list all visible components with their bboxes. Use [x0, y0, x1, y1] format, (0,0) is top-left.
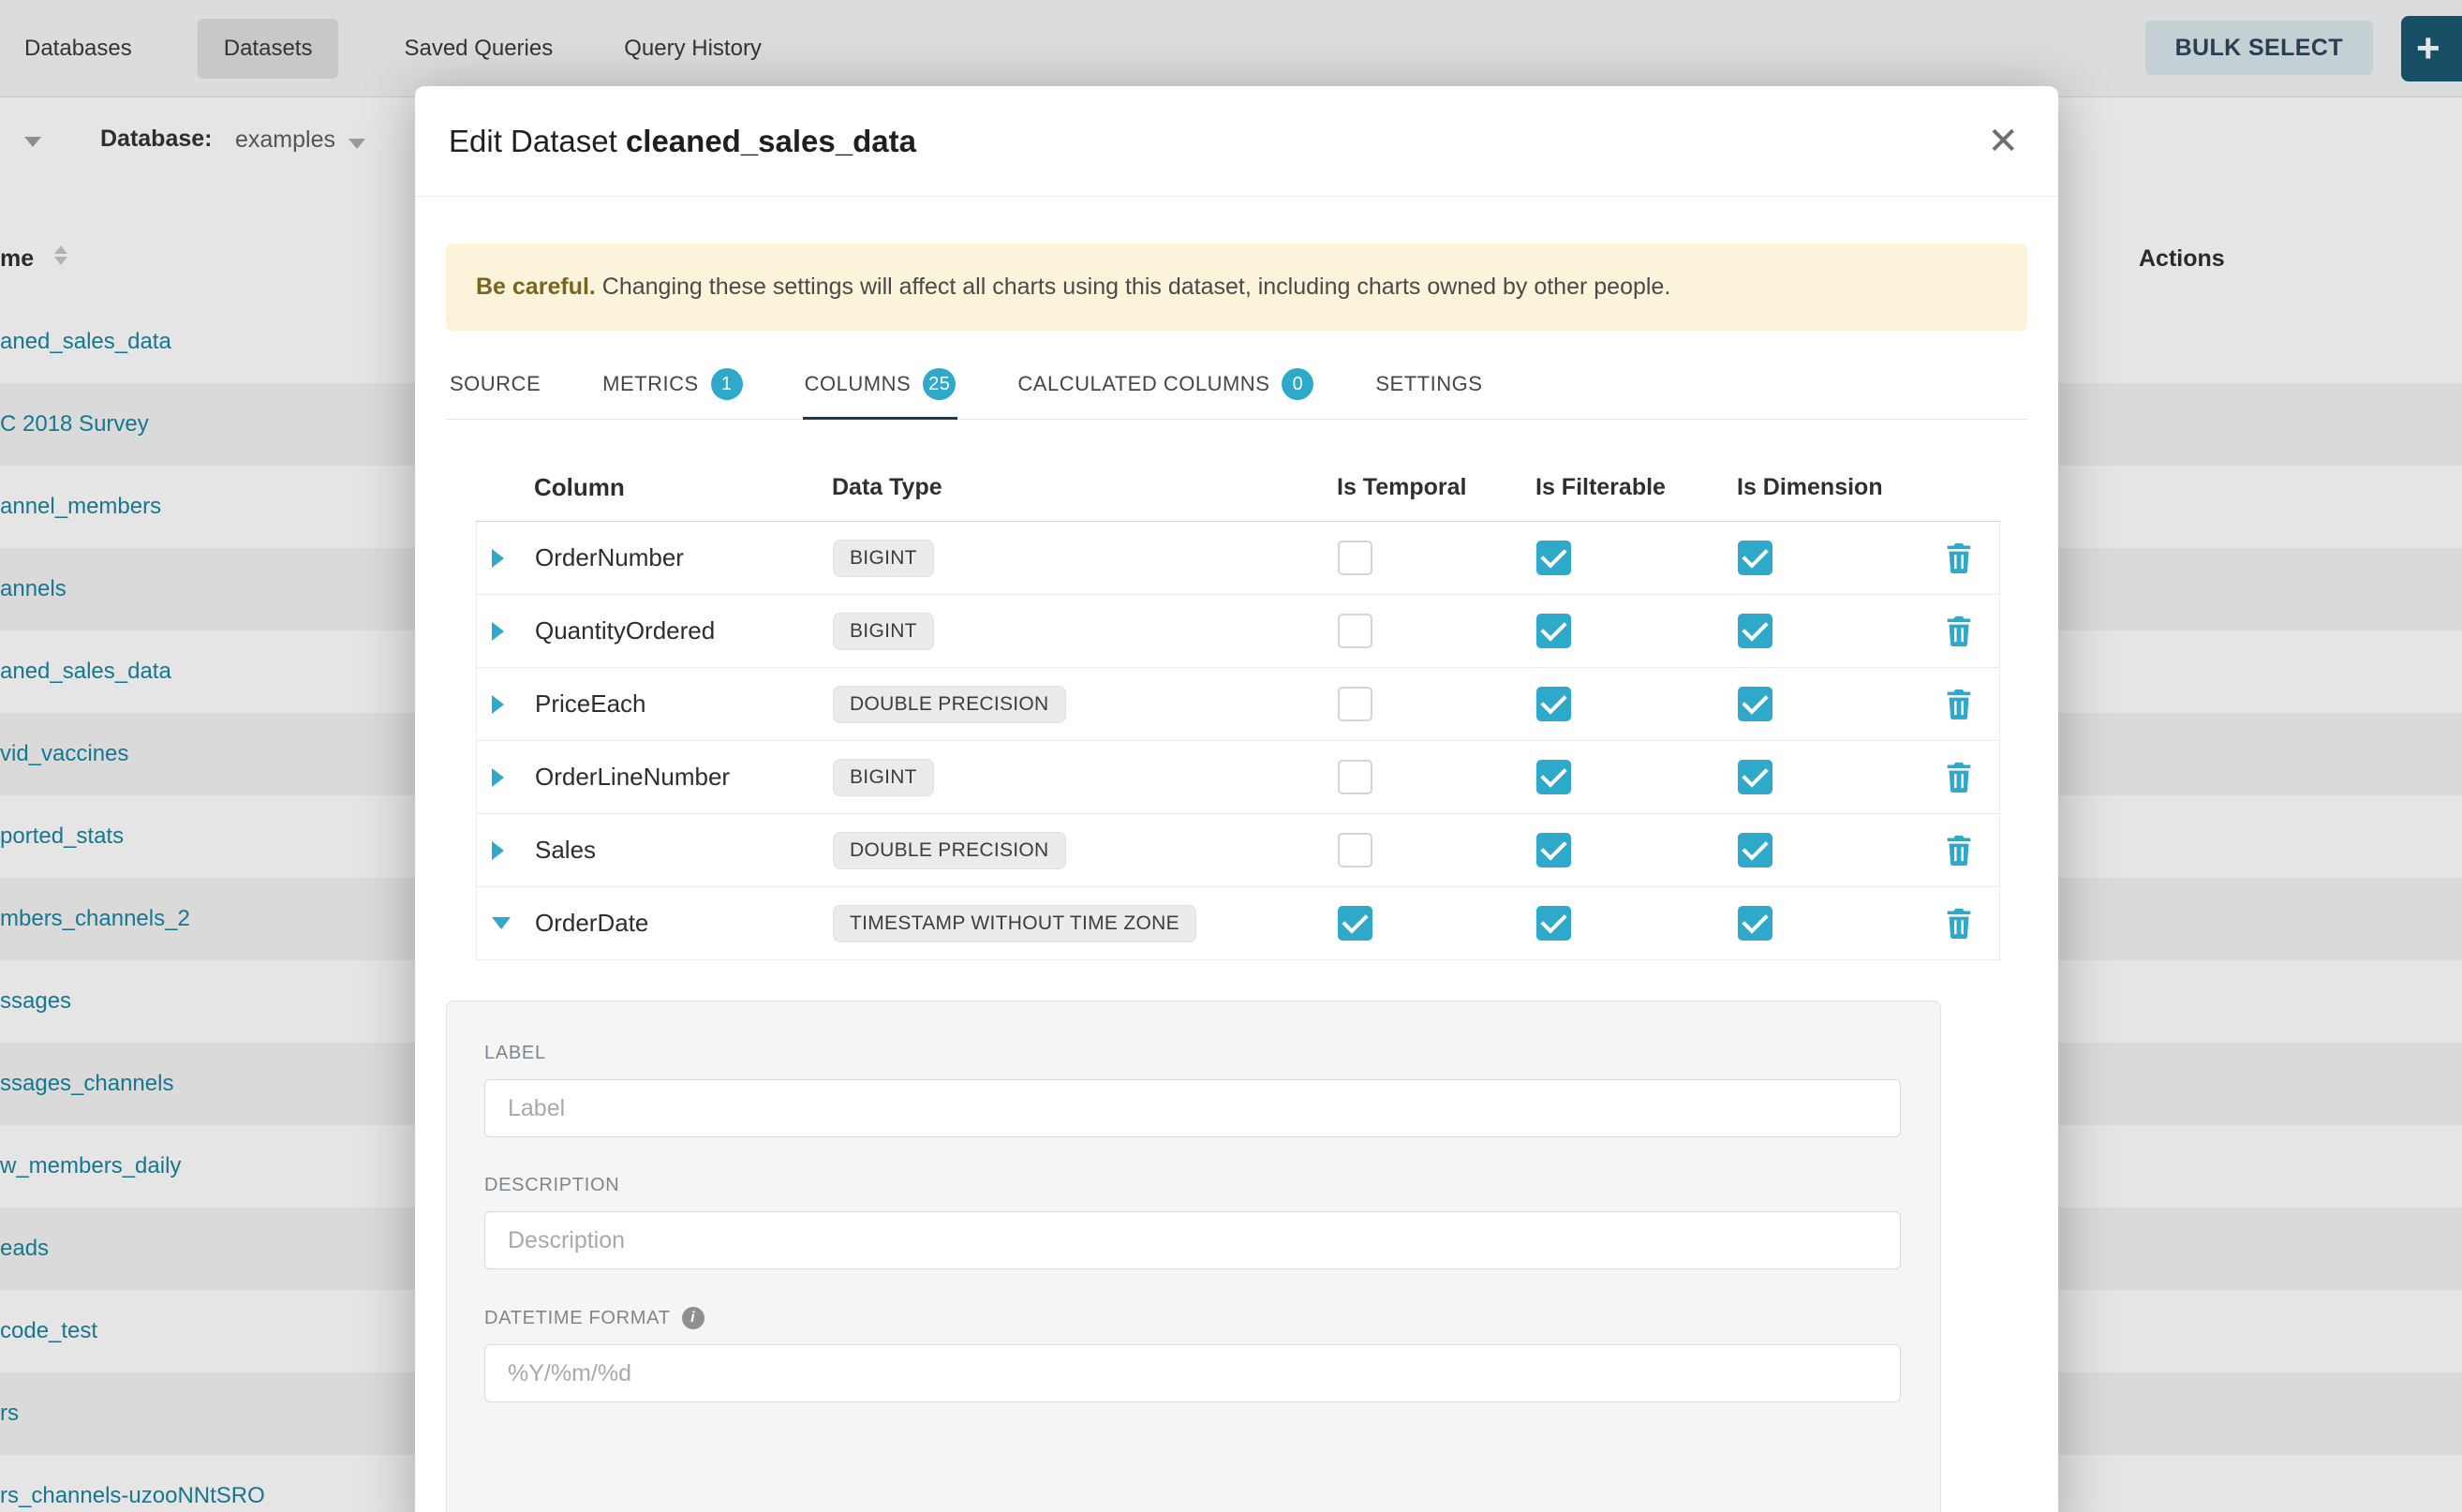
modal-tabs: SOURCE METRICS 1 COLUMNS 25 CALCULATED C… — [446, 353, 2027, 420]
column-name: QuantityOrdered — [535, 616, 833, 645]
delete-icon[interactable] — [1945, 689, 1973, 719]
column-name: OrderDate — [535, 909, 833, 938]
is-filterable-checkbox[interactable] — [1536, 614, 1571, 648]
header-data-type: Data Type — [832, 474, 1337, 501]
delete-icon[interactable] — [1945, 836, 1973, 866]
tab-source[interactable]: SOURCE — [448, 353, 542, 419]
expand-caret-icon[interactable] — [477, 549, 535, 568]
table-row: OrderNumber BIGINT — [477, 522, 1999, 595]
info-icon[interactable]: i — [682, 1307, 704, 1329]
is-temporal-checkbox[interactable] — [1338, 906, 1372, 941]
is-filterable-checkbox[interactable] — [1536, 541, 1571, 575]
expand-caret-icon[interactable] — [477, 622, 535, 641]
is-dimension-checkbox[interactable] — [1738, 687, 1772, 721]
count-badge: 25 — [923, 368, 956, 400]
column-name: OrderLineNumber — [535, 763, 833, 792]
delete-icon[interactable] — [1945, 909, 1973, 939]
modal-title-prefix: Edit Dataset — [449, 124, 617, 158]
close-icon[interactable]: ✕ — [1987, 123, 2019, 160]
tab-label: SETTINGS — [1375, 372, 1482, 396]
column-name: PriceEach — [535, 689, 833, 719]
modal-title: Edit Dataset cleaned_sales_data — [449, 124, 916, 159]
data-type-pill: BIGINT — [833, 540, 934, 577]
is-dimension-checkbox[interactable] — [1738, 760, 1772, 794]
count-badge: 0 — [1282, 368, 1313, 400]
data-type-pill: BIGINT — [833, 759, 934, 796]
is-filterable-checkbox[interactable] — [1536, 760, 1571, 794]
delete-icon[interactable] — [1945, 543, 1973, 573]
column-name: Sales — [535, 836, 833, 865]
is-dimension-checkbox[interactable] — [1738, 833, 1772, 867]
expand-caret-icon[interactable] — [477, 695, 535, 714]
is-temporal-checkbox[interactable] — [1338, 833, 1372, 867]
table-row: Sales DOUBLE PRECISION — [477, 814, 1999, 887]
tab-calculated-columns[interactable]: CALCULATED COLUMNS 0 — [1016, 353, 1315, 419]
data-type-pill: DOUBLE PRECISION — [833, 832, 1066, 869]
table-row: OrderLineNumber BIGINT — [477, 741, 1999, 814]
modal-header: Edit Dataset cleaned_sales_data ✕ — [415, 86, 2058, 197]
description-field-label: DESCRIPTION — [484, 1175, 1940, 1196]
warning-bold: Be careful. — [476, 274, 596, 300]
is-temporal-checkbox[interactable] — [1338, 541, 1372, 575]
is-temporal-checkbox[interactable] — [1338, 614, 1372, 648]
is-filterable-checkbox[interactable] — [1536, 833, 1571, 867]
data-type-pill: DOUBLE PRECISION — [833, 686, 1066, 723]
column-detail-panel: LABEL DESCRIPTION DATETIME FORMAT i — [446, 1001, 1941, 1512]
datetime-format-input[interactable] — [484, 1344, 1901, 1402]
tab-columns[interactable]: COLUMNS 25 — [803, 353, 958, 419]
table-row: QuantityOrdered BIGINT — [477, 595, 1999, 668]
delete-icon[interactable] — [1945, 763, 1973, 793]
is-temporal-checkbox[interactable] — [1338, 760, 1372, 794]
tab-label: CALCULATED COLUMNS — [1017, 372, 1269, 396]
data-type-pill: BIGINT — [833, 613, 934, 650]
warning-text: Changing these settings will affect all … — [596, 274, 1670, 300]
edit-dataset-modal: Edit Dataset cleaned_sales_data ✕ Be car… — [415, 86, 2058, 1512]
is-filterable-checkbox[interactable] — [1536, 687, 1571, 721]
is-temporal-checkbox[interactable] — [1338, 687, 1372, 721]
header-is-dimension: Is Dimension — [1737, 474, 1935, 501]
tab-label: METRICS — [602, 372, 699, 396]
tab-label: COLUMNS — [805, 372, 912, 396]
columns-table: Column Data Type Is Temporal Is Filterab… — [476, 453, 2000, 960]
tab-metrics[interactable]: METRICS 1 — [601, 353, 745, 419]
label-input[interactable] — [484, 1079, 1901, 1137]
is-filterable-checkbox[interactable] — [1536, 906, 1571, 941]
is-dimension-checkbox[interactable] — [1738, 541, 1772, 575]
tab-label: SOURCE — [450, 372, 541, 396]
expand-caret-icon[interactable] — [477, 841, 535, 860]
delete-icon[interactable] — [1945, 616, 1973, 646]
description-input[interactable] — [484, 1211, 1901, 1269]
modal-body: Be careful. Changing these settings will… — [415, 197, 2058, 1512]
header-column: Column — [534, 473, 832, 502]
modal-title-dataset-name: cleaned_sales_data — [626, 124, 916, 158]
column-name: OrderNumber — [535, 543, 833, 572]
collapse-caret-icon[interactable] — [477, 917, 535, 929]
header-is-temporal: Is Temporal — [1337, 474, 1535, 501]
label-field-label: LABEL — [484, 1043, 1940, 1064]
datetime-format-field-label: DATETIME FORMAT — [484, 1308, 671, 1329]
count-badge: 1 — [711, 368, 743, 400]
table-row: PriceEach DOUBLE PRECISION — [477, 668, 1999, 741]
columns-table-header: Column Data Type Is Temporal Is Filterab… — [476, 453, 2000, 522]
header-is-filterable: Is Filterable — [1535, 474, 1737, 501]
is-dimension-checkbox[interactable] — [1738, 614, 1772, 648]
columns-table-body: OrderNumber BIGINT QuantityOrdered BIGIN… — [476, 522, 2000, 960]
table-row: OrderDate TIMESTAMP WITHOUT TIME ZONE — [477, 887, 1999, 960]
warning-banner: Be careful. Changing these settings will… — [446, 244, 2027, 331]
tab-settings[interactable]: SETTINGS — [1373, 353, 1484, 419]
data-type-pill: TIMESTAMP WITHOUT TIME ZONE — [833, 905, 1196, 942]
expand-caret-icon[interactable] — [477, 768, 535, 787]
is-dimension-checkbox[interactable] — [1738, 906, 1772, 941]
